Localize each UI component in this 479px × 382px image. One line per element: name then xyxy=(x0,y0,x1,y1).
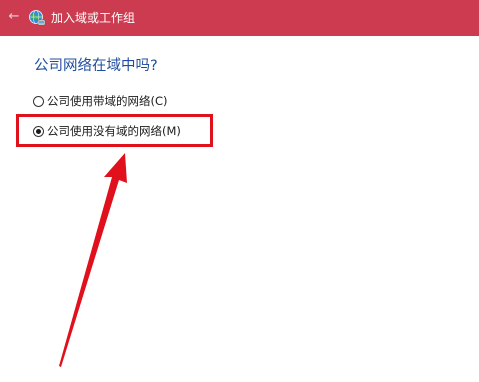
radio-option-with-domain[interactable]: 公司使用带域的网络(C) xyxy=(33,92,168,110)
page-heading: 公司网络在域中吗? xyxy=(34,58,158,74)
back-arrow-icon[interactable]: ← xyxy=(6,9,22,25)
globe-network-icon xyxy=(29,10,46,26)
radio-button-checked[interactable] xyxy=(33,125,44,137)
radio-option-without-domain[interactable]: 公司使用没有域的网络(M) xyxy=(33,122,181,140)
radio-option-label: 公司使用没有域的网络(M) xyxy=(47,124,181,138)
title-bar: ← 加入域或工作组 xyxy=(0,0,479,36)
join-domain-or-workgroup-wizard: ← 加入域或工作组 公司网络在域中吗? 公司使用带域的网络(C) 公司使用没有域… xyxy=(0,0,479,382)
radio-option-label: 公司使用带域的网络(C) xyxy=(47,94,168,108)
radio-button-unchecked[interactable] xyxy=(33,95,44,107)
window-title: 加入域或工作组 xyxy=(51,11,136,25)
